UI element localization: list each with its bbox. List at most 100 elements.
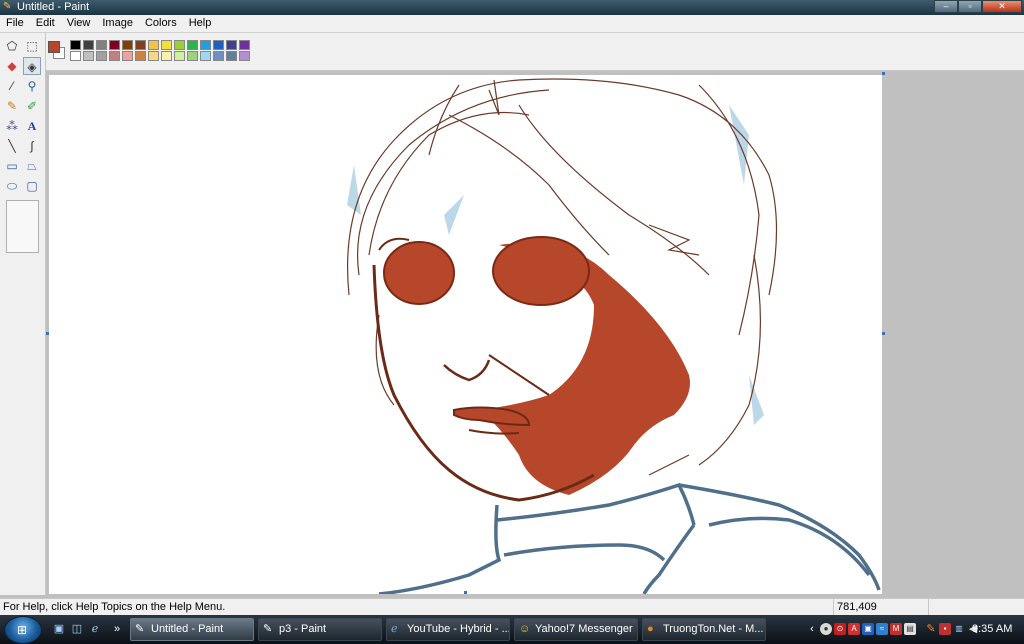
- title-bar[interactable]: ✎ Untitled - Paint – ▫ ✕: [0, 0, 1024, 15]
- rect-select-icon[interactable]: ⬚: [23, 37, 41, 55]
- yahoo-icon: ☺: [519, 623, 531, 635]
- free-select-icon[interactable]: ⬠: [3, 37, 21, 55]
- menu-help[interactable]: Help: [183, 15, 218, 32]
- palette-swatch[interactable]: [187, 40, 198, 50]
- resize-handle-top-right[interactable]: [882, 72, 885, 75]
- more-quicklaunch-icon[interactable]: »: [110, 622, 124, 636]
- ie-quicklaunch-icon[interactable]: ℯ: [88, 622, 102, 636]
- fill-icon[interactable]: ◈: [23, 57, 41, 75]
- menu-edit[interactable]: Edit: [30, 15, 61, 32]
- palette-swatch[interactable]: [83, 51, 94, 61]
- line-icon[interactable]: ╲: [3, 137, 21, 155]
- task-youtube[interactable]: ℯ YouTube - Hybrid - ...: [386, 618, 510, 641]
- palette-swatch[interactable]: [70, 40, 81, 50]
- palette-swatch[interactable]: [239, 51, 250, 61]
- cursor-coordinates: 781,409: [833, 599, 928, 615]
- drawing-canvas[interactable]: [49, 75, 882, 594]
- start-button[interactable]: ⊞: [4, 616, 42, 644]
- tray-icon-2[interactable]: ⊙: [834, 623, 846, 635]
- menu-image[interactable]: Image: [96, 15, 139, 32]
- menu-colors[interactable]: Colors: [139, 15, 183, 32]
- paint-app-icon[interactable]: ✎: [3, 1, 14, 13]
- palette-swatch[interactable]: [135, 40, 146, 50]
- palette-swatch[interactable]: [187, 51, 198, 61]
- palette-swatch[interactable]: [148, 40, 159, 50]
- tray-icon-8[interactable]: ✎: [925, 623, 937, 635]
- status-bar: For Help, click Help Topics on the Help …: [0, 598, 1024, 615]
- palette-swatch[interactable]: [226, 51, 237, 61]
- paint-icon: ✎: [135, 623, 145, 635]
- palette-swatch[interactable]: [200, 51, 211, 61]
- palette-swatch[interactable]: [213, 51, 224, 61]
- palette-swatch[interactable]: [96, 40, 107, 50]
- airbrush-icon[interactable]: ⁂: [3, 117, 21, 135]
- palette-swatch[interactable]: [122, 51, 133, 61]
- pencil-icon[interactable]: ✎: [3, 97, 21, 115]
- windows-logo-icon: ⊞: [17, 623, 28, 637]
- firefox-icon: ●: [647, 623, 654, 635]
- sketch-drawing: [346, 78, 881, 594]
- tray-icon-9[interactable]: ▪: [939, 623, 951, 635]
- curve-icon[interactable]: ∫: [23, 137, 41, 155]
- tool-options-box[interactable]: [6, 200, 39, 253]
- brush-icon[interactable]: ✐: [23, 97, 41, 115]
- palette-swatch[interactable]: [135, 51, 146, 61]
- palette-swatch[interactable]: [174, 40, 185, 50]
- tray-icon-5[interactable]: ≈: [876, 623, 888, 635]
- palette-swatch[interactable]: [70, 51, 81, 61]
- tray-icon-3[interactable]: A: [848, 623, 860, 635]
- toolbox: ⬠ ⬚ ◆ ◈ ⁄ ⚲ ✎ ✐ ⁂ A ╲ ∫ ▭ ⏢ ⬭ ▢: [0, 33, 46, 595]
- tray-icon-7[interactable]: ▤: [904, 623, 916, 635]
- ellipse-icon[interactable]: ⬭: [3, 177, 21, 195]
- palette-swatch[interactable]: [161, 40, 172, 50]
- palette-swatch[interactable]: [213, 40, 224, 50]
- task-untitled-paint[interactable]: ✎ Untitled - Paint: [130, 618, 254, 641]
- switch-windows-icon[interactable]: ◫: [70, 622, 84, 636]
- palette-swatch[interactable]: [122, 40, 133, 50]
- resize-handle-right[interactable]: [882, 332, 885, 335]
- tray-icon-1[interactable]: ●: [820, 623, 832, 635]
- rounded-rectangle-icon[interactable]: ▢: [23, 177, 41, 195]
- palette-swatch[interactable]: [83, 40, 94, 50]
- task-truongton[interactable]: ● TruongTon.Net - M...: [642, 618, 766, 641]
- palette-swatch[interactable]: [200, 40, 211, 50]
- task-p3-paint[interactable]: ✎ p3 - Paint: [258, 618, 382, 641]
- color-picker-icon[interactable]: ⁄: [3, 77, 21, 95]
- menu-bar: File Edit View Image Colors Help: [0, 15, 1024, 33]
- network-icon[interactable]: ▥: [953, 623, 965, 635]
- task-yahoo-messenger[interactable]: ☺ Yahoo!7 Messenger: [514, 618, 638, 641]
- canvas-area[interactable]: [46, 72, 1024, 595]
- tray-expand-icon[interactable]: ‹: [806, 623, 818, 635]
- status-help-text: For Help, click Help Topics on the Help …: [3, 601, 226, 613]
- palette-swatch[interactable]: [109, 40, 120, 50]
- resize-handle-left[interactable]: [46, 332, 49, 335]
- menu-view[interactable]: View: [61, 15, 97, 32]
- tray-icon-6[interactable]: M: [890, 623, 902, 635]
- rectangle-icon[interactable]: ▭: [3, 157, 21, 175]
- close-button[interactable]: ✕: [982, 0, 1022, 13]
- ie-icon: ℯ: [391, 623, 398, 635]
- taskbar-clock[interactable]: 9:35 AM: [972, 623, 1012, 635]
- current-colors[interactable]: [46, 38, 68, 64]
- palette-swatch[interactable]: [239, 40, 250, 50]
- text-icon[interactable]: A: [23, 117, 41, 135]
- color-palette: [70, 40, 251, 61]
- menu-file[interactable]: File: [0, 15, 30, 32]
- foreground-color[interactable]: [48, 41, 60, 53]
- palette-swatch[interactable]: [161, 51, 172, 61]
- tray-icon-4[interactable]: ▣: [862, 623, 874, 635]
- maximize-button[interactable]: ▫: [958, 0, 982, 13]
- palette-swatch[interactable]: [148, 51, 159, 61]
- show-desktop-icon[interactable]: ▣: [52, 622, 66, 636]
- resize-handle-bottom[interactable]: [464, 591, 467, 594]
- eraser-icon[interactable]: ◆: [3, 57, 21, 75]
- polygon-icon[interactable]: ⏢: [23, 157, 41, 175]
- palette-swatch[interactable]: [109, 51, 120, 61]
- palette-swatch[interactable]: [174, 51, 185, 61]
- minimize-button[interactable]: –: [934, 0, 958, 13]
- status-divider: [928, 599, 929, 615]
- magnifier-icon[interactable]: ⚲: [23, 77, 41, 95]
- palette-swatch[interactable]: [96, 51, 107, 61]
- paint-icon: ✎: [263, 623, 273, 635]
- palette-swatch[interactable]: [226, 40, 237, 50]
